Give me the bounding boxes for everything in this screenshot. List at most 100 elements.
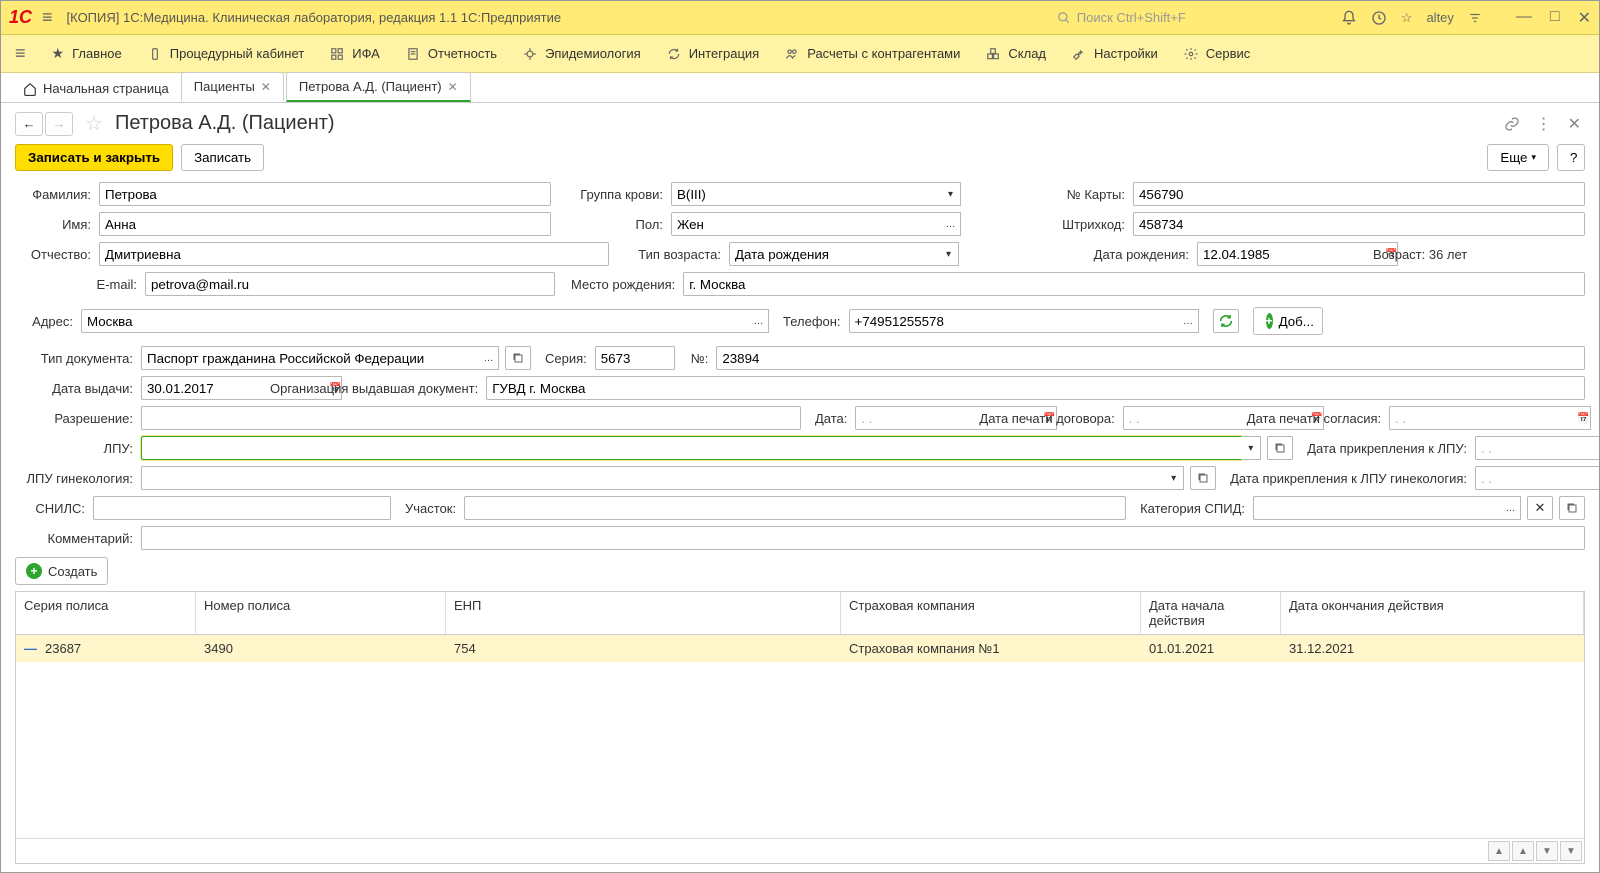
dropdown-icon[interactable]: ▾ — [1164, 466, 1184, 490]
tab-patients[interactable]: Пациенты ✕ — [181, 72, 284, 102]
consent-print-date-field[interactable] — [1389, 406, 1577, 430]
chevron-down-icon: ▾ — [1531, 152, 1536, 163]
lpu-date-field[interactable] — [1475, 436, 1599, 460]
page-last-icon[interactable]: ▼ — [1560, 841, 1582, 861]
label-birthplace: Место рождения: — [571, 277, 677, 292]
snils-field[interactable] — [93, 496, 391, 520]
add-phone-button[interactable]: +Доб... — [1253, 307, 1323, 335]
panel-close-icon[interactable]: ✕ — [1568, 114, 1581, 134]
address-field[interactable] — [81, 309, 749, 333]
menu-ifa[interactable]: ИФА — [330, 46, 380, 61]
open-button[interactable] — [1267, 436, 1293, 460]
menu-main[interactable]: ★Главное — [52, 45, 122, 62]
page-down-icon[interactable]: ▼ — [1536, 841, 1558, 861]
menu-reports[interactable]: Отчетность — [406, 46, 497, 61]
bell-icon[interactable] — [1341, 10, 1357, 26]
email-field[interactable] — [145, 272, 555, 296]
lpu-field[interactable] — [141, 436, 1241, 460]
menu-settlements[interactable]: Расчеты с контрагентами — [785, 46, 960, 61]
patronymic-field[interactable] — [99, 242, 609, 266]
label-barcode: Штрихкод: — [997, 217, 1127, 232]
close-icon[interactable]: ✕ — [1578, 8, 1591, 28]
dropdown-icon[interactable]: ▾ — [1241, 436, 1261, 460]
ellipsis-icon[interactable]: … — [1179, 309, 1199, 333]
ellipsis-icon[interactable]: … — [941, 212, 961, 236]
table-row[interactable]: —23687 3490 754 Страховая компания №1 01… — [16, 635, 1584, 662]
menu-procedures[interactable]: Процедурный кабинет — [148, 46, 304, 61]
calendar-icon[interactable]: 📅 — [1577, 406, 1590, 430]
save-close-button[interactable]: Записать и закрыть — [15, 144, 173, 171]
barcode-field[interactable] — [1133, 212, 1585, 236]
series-field[interactable] — [595, 346, 675, 370]
filter-icon[interactable] — [1468, 11, 1482, 25]
docnumber-field[interactable] — [716, 346, 1585, 370]
name-field[interactable] — [99, 212, 551, 236]
ellipsis-icon[interactable]: … — [1501, 496, 1521, 520]
doctype-field[interactable] — [141, 346, 479, 370]
maximize-icon[interactable]: □ — [1550, 8, 1560, 28]
main-hamburger-icon[interactable]: ≡ — [42, 7, 53, 28]
dropdown-icon[interactable]: ▾ — [941, 182, 961, 206]
cardno-field[interactable] — [1133, 182, 1585, 206]
tab-patient-card[interactable]: Петрова А.Д. (Пациент) ✕ — [286, 72, 471, 102]
issuer-field[interactable] — [486, 376, 1585, 400]
dropdown-icon[interactable]: ▾ — [939, 242, 959, 266]
page-first-icon[interactable]: ▲ — [1488, 841, 1510, 861]
comment-field[interactable] — [141, 526, 1585, 550]
nav-back-button[interactable]: ← — [15, 112, 43, 136]
tab-close-icon[interactable]: ✕ — [448, 80, 458, 94]
star-icon[interactable]: ☆ — [1401, 10, 1413, 26]
col-end[interactable]: Дата окончания действия — [1281, 592, 1584, 634]
ellipsis-icon[interactable]: … — [749, 309, 769, 333]
save-button[interactable]: Записать — [181, 144, 264, 171]
clear-button[interactable]: ✕ — [1527, 496, 1553, 520]
area-field[interactable] — [464, 496, 1126, 520]
col-company[interactable]: Страховая компания — [841, 592, 1141, 634]
lpugyn-field[interactable] — [141, 466, 1164, 490]
tab-close-icon[interactable]: ✕ — [261, 80, 271, 94]
link-icon[interactable] — [1504, 116, 1520, 132]
birthplace-field[interactable] — [683, 272, 1585, 296]
label-contractprint: Дата печати договора: — [979, 411, 1116, 426]
menu-epidem[interactable]: Эпидемиология — [523, 46, 641, 61]
ellipsis-icon[interactable]: … — [479, 346, 499, 370]
lpugyn-date-field[interactable] — [1475, 466, 1599, 490]
label-lpudate: Дата прикрепления к ЛПУ: — [1307, 441, 1469, 456]
more-button[interactable]: Еще▾ — [1487, 144, 1549, 171]
label-series: Серия: — [545, 351, 589, 366]
menu-integration[interactable]: Интеграция — [667, 46, 760, 61]
col-start[interactable]: Дата начала действия — [1141, 592, 1281, 634]
page-title: Петрова А.Д. (Пациент) — [115, 112, 335, 135]
menu-stock[interactable]: Склад — [986, 46, 1046, 61]
refresh-button[interactable] — [1213, 309, 1239, 333]
help-button[interactable]: ? — [1557, 144, 1585, 171]
sex-field[interactable] — [671, 212, 941, 236]
global-search[interactable]: Поиск Ctrl+Shift+F — [1051, 6, 1321, 30]
kebab-icon[interactable]: ⋮ — [1536, 114, 1552, 134]
menu-burger-icon[interactable]: ≡ — [15, 43, 26, 64]
permission-field[interactable] — [141, 406, 801, 430]
phone-field[interactable] — [849, 309, 1179, 333]
blood-field[interactable] — [671, 182, 941, 206]
page-up-icon[interactable]: ▲ — [1512, 841, 1534, 861]
col-enp[interactable]: ЕНП — [446, 592, 841, 634]
agetype-field[interactable] — [729, 242, 939, 266]
surname-field[interactable] — [99, 182, 551, 206]
open-button[interactable] — [1559, 496, 1585, 520]
history-icon[interactable] — [1371, 10, 1387, 26]
minimize-icon[interactable]: — — [1516, 8, 1532, 28]
nav-forward-button[interactable]: → — [45, 112, 73, 136]
aids-field[interactable] — [1253, 496, 1501, 520]
menu-settings[interactable]: Настройки — [1072, 46, 1158, 61]
create-button[interactable]: + Создать — [15, 557, 108, 585]
menu-service[interactable]: Сервис — [1184, 46, 1251, 61]
home-tab[interactable]: Начальная страница — [11, 75, 181, 102]
dob-field[interactable] — [1197, 242, 1385, 266]
open-button[interactable] — [505, 346, 531, 370]
col-series[interactable]: Серия полиса — [16, 592, 196, 634]
label-lpugyn: ЛПУ гинекология: — [15, 471, 135, 486]
open-button[interactable] — [1190, 466, 1216, 490]
favorite-star-icon[interactable]: ☆ — [85, 111, 103, 136]
col-number[interactable]: Номер полиса — [196, 592, 446, 634]
user-label[interactable]: altey — [1426, 10, 1453, 25]
